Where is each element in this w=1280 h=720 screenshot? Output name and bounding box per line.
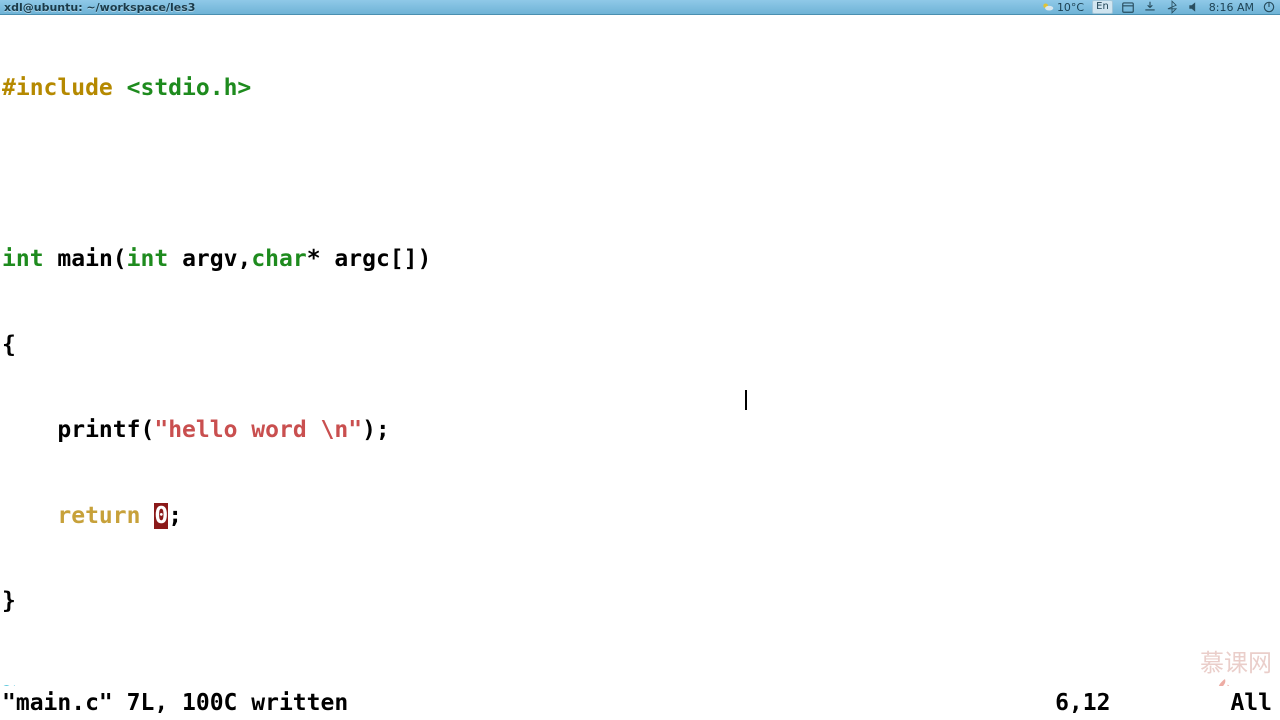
bluetooth-icon[interactable]	[1165, 0, 1179, 14]
calendar-icon[interactable]	[1121, 0, 1135, 14]
vim-editor[interactable]: #include <stdio.h> int main(int argv,cha…	[0, 15, 1280, 686]
volume-icon[interactable]	[1187, 0, 1201, 14]
weather-indicator[interactable]: 10°C	[1041, 0, 1084, 14]
scroll-percent: All	[1230, 686, 1278, 720]
clock[interactable]: 8:16 AM	[1209, 1, 1254, 14]
weather-temp: 10°C	[1057, 1, 1084, 14]
status-message: "main.c" 7L, 100C written	[2, 686, 348, 720]
weather-icon	[1041, 0, 1055, 14]
cursor-position: 6,12	[1055, 686, 1230, 720]
code-line: return 0;	[2, 502, 1278, 531]
vim-status-line: "main.c" 7L, 100C written 6,12 All	[0, 686, 1280, 720]
code-line: }	[2, 587, 1278, 616]
shutdown-icon[interactable]	[1262, 0, 1276, 14]
code-line: int main(int argv,char* argc[])	[2, 245, 1278, 274]
cursor-char: 0	[154, 503, 168, 529]
window-title: xdl@ubuntu: ~/workspace/les3	[4, 1, 195, 14]
system-tray: 10°C En 8:16 AM	[1041, 0, 1276, 14]
input-method-indicator[interactable]: En	[1092, 0, 1113, 14]
code-line: {	[2, 331, 1278, 360]
system-panel: xdl@ubuntu: ~/workspace/les3 10°C En 8:1…	[0, 0, 1280, 15]
code-line: #include <stdio.h>	[2, 74, 1278, 103]
text-cursor-icon	[745, 390, 747, 410]
empty-line-tilde: ~	[2, 673, 1278, 687]
updates-icon[interactable]	[1143, 0, 1157, 14]
code-line	[2, 160, 1278, 189]
code-line: printf("hello word \n");	[2, 416, 1278, 445]
